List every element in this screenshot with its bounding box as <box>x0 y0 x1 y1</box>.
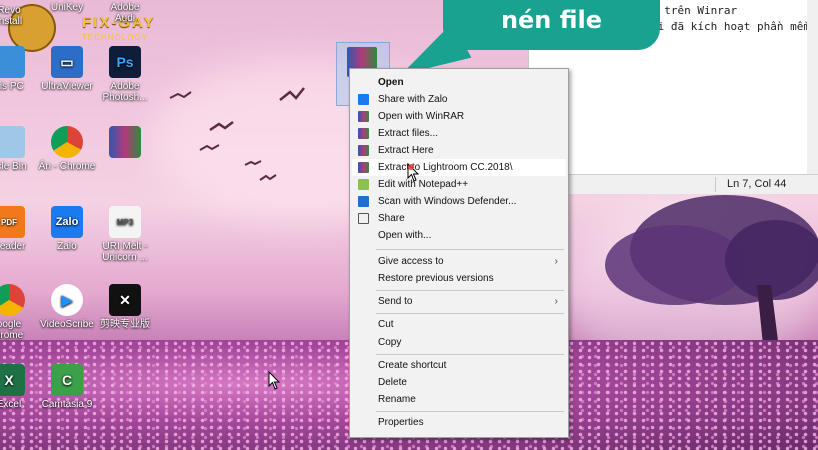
menu-item-label: Cut <box>378 319 394 330</box>
menu-item-copy[interactable]: Copy <box>352 334 566 351</box>
notepad-status-bar: Ln 7, Col 44 <box>529 174 818 194</box>
desktop-icon-camtasia[interactable]: C Camtasia 9 <box>32 364 102 410</box>
menu-separator <box>376 313 564 314</box>
menu-item-edit-with-notepad-plus[interactable]: Edit with Notepad++ <box>352 176 566 193</box>
menu-item-label: Share with Zalo <box>378 94 448 105</box>
windows-defender-icon <box>358 196 369 207</box>
recycle-bin-icon <box>0 126 25 158</box>
menu-item-delete[interactable]: Delete <box>352 374 566 391</box>
notepad-text-line[interactable]: hi đã kích hoạt phần mềm v <box>651 20 818 33</box>
desktop-icon-label: URI Melt - Unicorn ... <box>102 241 148 263</box>
context-menu: Open Share with Zalo Open with WinRAR Ex… <box>349 68 569 438</box>
menu-item-label: Rename <box>378 394 416 405</box>
menu-item-label: Send to <box>378 296 413 307</box>
this-pc-icon <box>0 46 25 78</box>
menu-item-restore-previous-versions[interactable]: Restore previous versions <box>352 270 566 287</box>
menu-item-open[interactable]: Open <box>352 74 566 91</box>
chrome-icon <box>51 126 83 158</box>
zalo-icon <box>358 94 369 105</box>
menu-separator <box>376 354 564 355</box>
chrome-icon <box>0 284 25 316</box>
desktop-icon-winrar-archive[interactable] <box>90 126 160 161</box>
desktop-icon-adobe-audition[interactable]: Adobe Audi <box>90 2 160 24</box>
notepad-plus-icon <box>358 179 369 190</box>
menu-item-extract-here[interactable]: Extract Here <box>352 142 566 159</box>
menu-separator <box>376 249 564 250</box>
mp3-file-icon: MP3 <box>109 206 141 238</box>
menu-item-give-access-to[interactable]: Give access to › <box>352 253 566 270</box>
menu-item-label: Copy <box>378 337 402 348</box>
menu-item-label: Extract files... <box>378 128 439 139</box>
videoscribe-icon: ▶ <box>51 284 83 316</box>
desktop-icon-label: 剪映专业版 <box>100 319 150 330</box>
menu-item-label: Share <box>378 213 405 224</box>
mouse-cursor-icon <box>407 163 420 182</box>
excel-icon: X <box>0 364 25 396</box>
menu-item-rename[interactable]: Rename <box>352 391 566 408</box>
desktop-icon-label: Ẩn - Chrome <box>38 161 96 172</box>
notepad-scrollbar[interactable] <box>807 0 818 174</box>
menu-item-label: Create shortcut <box>378 360 447 371</box>
menu-item-send-to[interactable]: Send to › <box>352 293 566 310</box>
desktop-icon-mp3-file[interactable]: MP3 URI Melt - Unicorn ... <box>90 206 160 263</box>
menu-item-label: Extract Here <box>378 145 434 156</box>
desktop-icon-photoshop[interactable]: Ps Adobe Photosh... <box>90 46 160 103</box>
menu-item-cut[interactable]: Cut <box>352 316 566 333</box>
desktop-icon-label: Camtasia 9 <box>41 399 93 410</box>
menu-item-open-with[interactable]: Open with... <box>352 227 566 244</box>
share-icon <box>358 213 369 224</box>
watermark-sub-text: TECHNOLOGY <box>82 33 149 42</box>
menu-separator <box>376 411 564 412</box>
birds-silhouette <box>169 87 305 181</box>
zalo-icon: Zalo <box>51 206 83 238</box>
menu-item-label: Give access to <box>378 256 444 267</box>
menu-item-label: Edit with Notepad++ <box>378 179 469 190</box>
desktop-icon-label: Adobe Audi <box>110 2 140 24</box>
status-divider <box>715 177 716 192</box>
mouse-cursor-icon <box>268 371 281 390</box>
menu-item-scan-with-defender[interactable]: Scan with Windows Defender... <box>352 193 566 210</box>
winrar-icon <box>358 111 369 122</box>
menu-item-label: Open with... <box>378 230 432 241</box>
callout-text: nén file <box>500 6 603 34</box>
menu-item-extract-to-folder[interactable]: Extract to Lightroom CC.2018\ <box>352 159 566 176</box>
ultraviewer-icon: ▭ <box>51 46 83 78</box>
desktop-icon-label: Adobe Photosh... <box>102 81 148 103</box>
winrar-icon <box>358 145 369 156</box>
winrar-icon <box>358 128 369 139</box>
menu-item-label: Scan with Windows Defender... <box>378 196 517 207</box>
menu-item-extract-files[interactable]: Extract files... <box>352 125 566 142</box>
menu-item-properties[interactable]: Properties <box>352 414 566 431</box>
menu-item-open-with-winrar[interactable]: Open with WinRAR <box>352 108 566 125</box>
desktop-icon-capcut[interactable]: ✕ 剪映专业版 <box>90 284 160 330</box>
menu-item-label: Restore previous versions <box>378 273 494 284</box>
menu-item-label: Open <box>378 77 404 88</box>
menu-item-label: Properties <box>378 417 424 428</box>
menu-separator <box>376 290 564 291</box>
menu-item-share[interactable]: Share <box>352 210 566 227</box>
notepad-text-line[interactable]: p trên Winrar <box>651 4 737 17</box>
menu-item-share-with-zalo[interactable]: Share with Zalo <box>352 91 566 108</box>
chevron-right-icon: › <box>554 256 558 267</box>
menu-item-create-shortcut[interactable]: Create shortcut <box>352 357 566 374</box>
camtasia-icon: C <box>51 364 83 396</box>
winrar-icon <box>358 162 369 173</box>
menu-item-label: Extract to Lightroom CC.2018\ <box>378 162 513 173</box>
capcut-icon: ✕ <box>109 284 141 316</box>
winrar-archive-icon <box>109 126 141 158</box>
menu-item-label: Open with WinRAR <box>378 111 465 122</box>
cursor-position: Ln 7, Col 44 <box>727 178 787 190</box>
photoshop-icon: Ps <box>109 46 141 78</box>
pdf-reader-icon: PDF <box>0 206 25 238</box>
chevron-right-icon: › <box>554 296 558 307</box>
menu-item-label: Delete <box>378 377 407 388</box>
